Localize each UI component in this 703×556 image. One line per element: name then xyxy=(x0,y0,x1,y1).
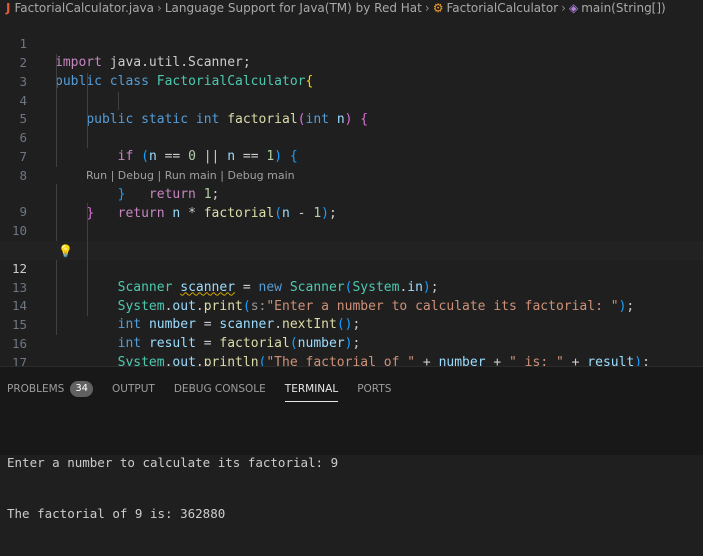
indent-guide xyxy=(56,221,57,241)
indent-guide xyxy=(56,91,57,111)
tab-terminal[interactable]: TERMINAL xyxy=(284,378,339,402)
code-line[interactable]: 9 public static void main(String[] args)… xyxy=(0,184,703,257)
breadcrumb-method[interactable]: main(String[]) xyxy=(581,1,666,15)
code-lens-row: Run | Debug | Run main | Debug main xyxy=(0,167,703,184)
indent-guide xyxy=(56,148,57,168)
chevron-right-icon: › xyxy=(424,1,430,15)
indent-guide xyxy=(56,278,57,298)
code-editor[interactable]: 1 import java.util.Scanner; 2 public cla… xyxy=(0,16,703,389)
problems-count-badge: 34 xyxy=(70,381,94,397)
indent-guide xyxy=(87,278,88,298)
terminal-line: Enter a number to calculate its factoria… xyxy=(7,455,339,470)
code-line[interactable]: 10 Scanner scanner = new Scanner(System.… xyxy=(0,203,703,295)
indent-guide xyxy=(56,53,57,73)
indent-guide xyxy=(56,110,57,130)
indent-guide xyxy=(56,203,57,222)
breadcrumb-language-support[interactable]: Language Support for Java(TM) by Red Hat xyxy=(165,1,422,15)
code-lens: Run | Debug | Run main | Debug main xyxy=(86,169,295,183)
code-line[interactable]: 8 } xyxy=(0,148,703,221)
indent-guide xyxy=(87,259,88,279)
tab-terminal-label: TERMINAL xyxy=(284,383,339,395)
tab-ports-label: PORTS xyxy=(357,383,392,395)
indent-guide xyxy=(87,297,88,317)
code-line[interactable]: 4 if (n == 0 || n == 1) { xyxy=(0,72,703,164)
tab-problems-label: PROBLEMS xyxy=(7,383,65,395)
tab-debug-console-label: DEBUG CONSOLE xyxy=(173,383,266,395)
indent-guide xyxy=(56,184,57,204)
indent-guide xyxy=(87,129,88,149)
chevron-right-icon: › xyxy=(157,1,162,15)
terminal-output[interactable]: Enter a number to calculate its factoria… xyxy=(7,420,338,556)
tab-problems[interactable]: PROBLEMS 34 xyxy=(7,378,94,400)
code-line[interactable]: 17 } xyxy=(0,335,703,389)
tab-ports[interactable]: PORTS xyxy=(357,378,391,400)
code-line[interactable]: 14 System.out.println("The factorial of … xyxy=(0,278,703,370)
indent-guide xyxy=(56,259,57,279)
panel-tabs: PROBLEMS 34 OUTPUT DEBUG CONSOLE TERMINA… xyxy=(0,378,403,402)
code-line[interactable]: 5 return 1; xyxy=(0,91,703,202)
indent-guide xyxy=(87,203,88,222)
debug-link[interactable]: Debug xyxy=(118,169,154,182)
indent-guide xyxy=(87,110,88,130)
code-line[interactable]: 13 int result = factorial(number); xyxy=(0,259,703,351)
method-icon: ◈ xyxy=(568,1,579,15)
tab-output-label: OUTPUT xyxy=(112,383,155,395)
indent-guide xyxy=(87,240,88,260)
breadcrumb-file[interactable]: FactorialCalculator.java xyxy=(14,1,154,15)
run-main-link[interactable]: Run main xyxy=(165,169,217,182)
indent-guide xyxy=(56,129,57,149)
indent-guide xyxy=(56,297,57,317)
code-line-current[interactable]: 12 💡 int number = scanner.nextInt(); xyxy=(0,240,703,332)
indent-guide xyxy=(56,316,57,336)
tab-debug-console[interactable]: DEBUG CONSOLE xyxy=(174,378,266,400)
bottom-panel: PROBLEMS 34 OUTPUT DEBUG CONSOLE TERMINA… xyxy=(0,366,703,521)
class-icon: ⚙ xyxy=(432,1,444,15)
code-line[interactable]: 1 import java.util.Scanner; xyxy=(0,16,703,70)
code-line[interactable]: 7 return n * factorial(n - 1); xyxy=(0,129,703,221)
indent-guide xyxy=(56,72,57,92)
terminal-line: The factorial of 9 is: 362880 xyxy=(7,506,226,521)
indent-guide xyxy=(87,91,88,111)
code-line[interactable]: 16 } xyxy=(0,316,703,389)
code-line[interactable]: 3 public static int factorial(int n) { xyxy=(0,53,703,127)
indent-guide xyxy=(87,221,88,241)
indent-guide xyxy=(118,91,119,111)
breadcrumb: J FactorialCalculator.java › Language Su… xyxy=(0,0,703,16)
code-line[interactable]: 11 System.out.print(s:"Enter a number to… xyxy=(0,221,703,314)
lightbulb-icon[interactable]: 💡 xyxy=(58,242,73,261)
debug-main-link[interactable]: Debug main xyxy=(227,169,294,182)
breadcrumb-class[interactable]: FactorialCalculator xyxy=(446,1,558,15)
tab-output[interactable]: OUTPUT xyxy=(112,378,155,400)
code-line[interactable]: 6 } xyxy=(0,110,703,202)
code-line[interactable]: 15 scanner.close(); xyxy=(0,297,703,389)
chevron-right-icon: › xyxy=(561,1,566,15)
run-link[interactable]: Run xyxy=(86,169,107,182)
indent-guide xyxy=(87,72,88,92)
java-file-icon: J xyxy=(6,1,11,15)
code-line[interactable]: 2 public class FactorialCalculator{ xyxy=(0,35,703,89)
